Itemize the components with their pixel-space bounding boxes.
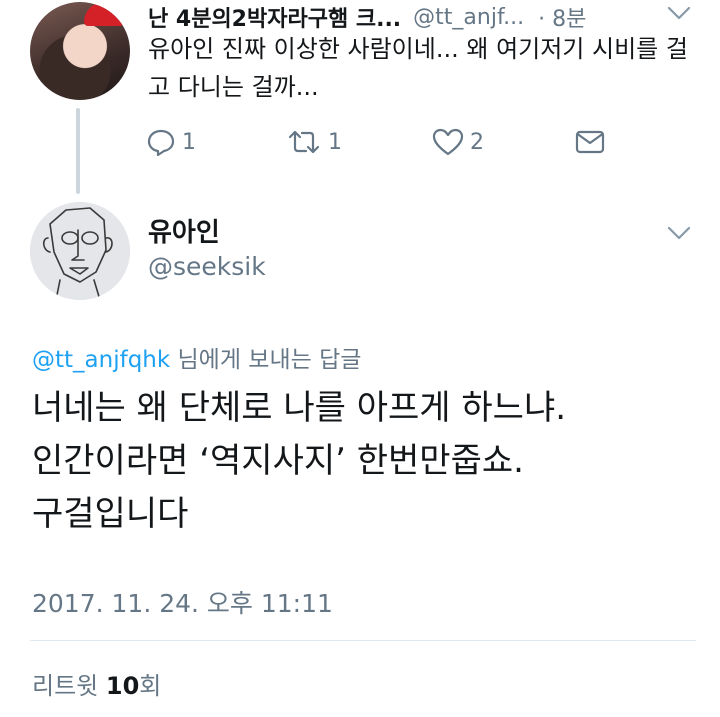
direct-message-button[interactable] bbox=[574, 124, 606, 160]
parent-author-handle[interactable]: @tt_anjf... bbox=[413, 5, 524, 30]
retweets-count: 10 bbox=[105, 672, 140, 700]
main-author-avatar[interactable] bbox=[30, 202, 130, 300]
main-author-name[interactable]: 유아인 bbox=[148, 212, 220, 249]
like-button[interactable]: 2 bbox=[432, 124, 484, 160]
tweet-text-line: 너네는 왜 단체로 나를 아프게 하느냐. bbox=[32, 388, 567, 428]
santa-hat-pom bbox=[110, 2, 124, 14]
thread-connector-line bbox=[76, 108, 80, 194]
reply-button[interactable]: 1 bbox=[146, 124, 196, 160]
main-author-handle[interactable]: @seeksik bbox=[148, 252, 266, 281]
reply-icon bbox=[146, 128, 176, 156]
reply-context-text: 님에게 보내는 답글 bbox=[177, 347, 362, 373]
retweets-label: 리트윗 bbox=[32, 672, 99, 700]
retweet-button[interactable]: 1 bbox=[286, 124, 342, 160]
retweet-count: 1 bbox=[328, 129, 342, 155]
retweets-suffix: 회 bbox=[139, 672, 162, 700]
parent-author-avatar[interactable] bbox=[30, 2, 130, 100]
tweet-text-line: 인간이라면 ‘역지사지’ 한번만줍쇼. bbox=[32, 441, 524, 481]
reply-context: @tt_anjfqhk 님에게 보내는 답글 bbox=[32, 340, 361, 374]
chevron-down-icon[interactable] bbox=[664, 2, 694, 24]
parent-tweet-text: 유아인 진짜 이상한 사람이네... 왜 여기저기 시비를 걸고 다니는 걸까.… bbox=[148, 35, 688, 101]
divider bbox=[30, 640, 696, 641]
parent-author-name[interactable]: 난 4분의2박자라구햄 크... bbox=[148, 1, 401, 33]
tweet-timestamp[interactable]: 2017. 11. 24. 오후 11:11 bbox=[32, 584, 333, 620]
parent-tweet-time: · 8분 bbox=[538, 7, 587, 32]
reply-mention-link[interactable]: @tt_anjfqhk bbox=[32, 347, 170, 373]
envelope-icon bbox=[574, 128, 606, 156]
retweet-icon bbox=[286, 128, 322, 156]
like-count: 2 bbox=[470, 129, 484, 155]
main-tweet-text: 너네는 왜 단체로 나를 아프게 하느냐. 인간이라면 ‘역지사지’ 한번만줍쇼… bbox=[32, 382, 702, 541]
tweet-text-line: 구걸입니다 bbox=[32, 494, 189, 534]
parent-tweet-header: 난 4분의2박자라구햄 크... @tt_anjf... · 8분 bbox=[148, 1, 668, 33]
heart-icon bbox=[432, 128, 464, 156]
sketch-face-drawing bbox=[30, 202, 130, 300]
reply-count: 1 bbox=[182, 129, 196, 155]
retweet-stats[interactable]: 리트윗 10회 bbox=[32, 666, 161, 701]
chevron-down-icon[interactable] bbox=[664, 222, 694, 244]
